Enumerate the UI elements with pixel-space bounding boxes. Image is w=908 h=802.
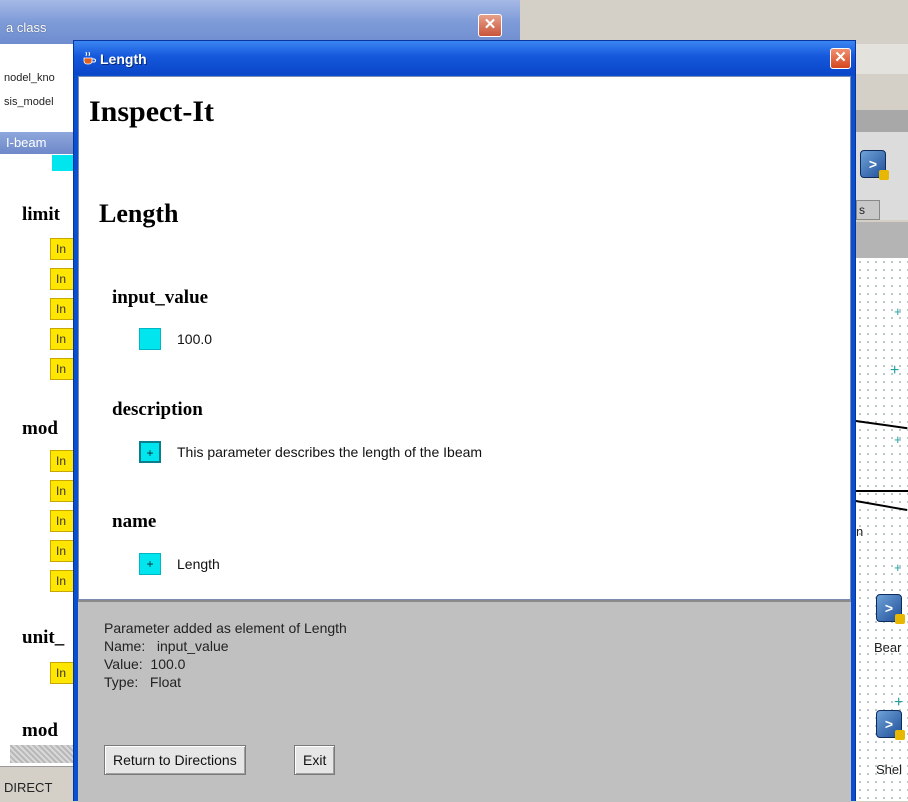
edit-input-value-button[interactable] [139,328,161,350]
plus-icon: + [894,432,902,447]
background-header-strip [856,222,908,258]
plus-icon: + [894,304,902,319]
message-line: Value: 100.0 [104,656,186,672]
background-window-titlebar: a class ✕ [0,0,520,45]
dialog-titlebar[interactable]: Length ✕ [74,41,855,75]
expand-description-button[interactable]: + [139,441,161,463]
canvas-label: Bear [874,640,902,655]
param-label-name: name [112,511,157,532]
param-label-input-value: input_value [112,287,209,308]
message-line: Type: Float [104,674,182,690]
param-label-description: description [112,399,203,420]
background-close-icon[interactable]: ✕ [478,14,502,37]
canvas-label: n [856,524,864,539]
run-icon[interactable]: > [876,710,905,740]
section-label: limit [22,204,60,225]
param-value-name: Length [177,556,220,572]
inspect-dialog: Length ✕ Inspect-It Length input_value 1… [73,40,856,802]
param-value-description: This parameter describes the length of t… [177,444,483,460]
run-icon[interactable]: > [860,150,889,180]
section-label: mod [22,720,58,741]
status-bar: DIRECT [0,766,80,802]
tree-item[interactable]: nodel_kno [4,72,55,84]
dialog-title: Length [100,51,147,67]
ibeam-tab[interactable]: I-beam [0,132,80,154]
expand-name-button[interactable]: + [139,553,161,575]
plus-icon: + [894,560,902,575]
background-toolbar-strip [856,110,908,132]
tree-item[interactable]: sis_model [4,96,54,108]
canvas-label: Shel [876,762,903,777]
background-window-title: a class [6,20,47,35]
section-label: mod [22,418,58,439]
param-value-input-value: 100.0 [177,331,213,347]
status-text: DIRECT [4,780,53,795]
dialog-content: Inspect-It Length input_value 100.0 desc… [78,76,851,600]
run-icon[interactable]: > [876,594,905,624]
object-name: Length [99,199,179,228]
background-toolbar [856,44,908,74]
exit-button[interactable]: Exit [294,745,336,775]
page-title: Inspect-It [89,95,214,128]
section-label: unit_ [22,627,65,648]
horizontal-scrollbar[interactable] [10,745,80,763]
return-to-directions-button[interactable]: Return to Directions [104,745,246,775]
background-tab[interactable]: s [856,200,880,220]
ibeam-tab-label: I-beam [6,135,47,150]
plus-icon: + [890,362,900,379]
message-line: Parameter added as element of Length [104,620,347,636]
connector-line [856,490,908,492]
close-icon[interactable]: ✕ [830,48,851,69]
message-line: Name: input_value [104,638,229,654]
java-cup-icon [83,51,96,65]
message-panel: Parameter added as element of Length Nam… [78,600,851,802]
